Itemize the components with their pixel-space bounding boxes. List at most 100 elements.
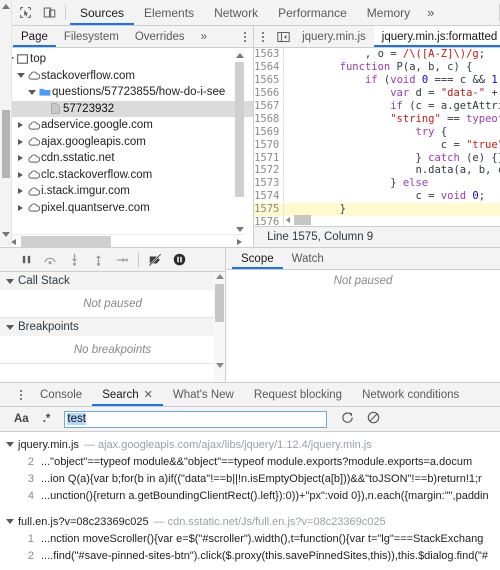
dbg-scroll-thumb[interactable] (215, 284, 224, 322)
line-number[interactable]: 1572 (254, 164, 285, 177)
editor-tab-jquery-min[interactable]: jquery.min.js (294, 26, 374, 47)
navtab-more-chevron-icon[interactable]: » (193, 26, 215, 47)
section-twisty-icon[interactable] (6, 278, 14, 284)
result-twisty-icon[interactable] (6, 519, 14, 524)
drawer-tab-search[interactable]: Search ✕ (92, 383, 163, 406)
navigator-vertical-scrollbar[interactable] (235, 52, 245, 233)
code-line-1576[interactable]: 1576 (254, 216, 500, 226)
more-tabs-chevron-icon[interactable]: » (420, 0, 441, 25)
result-match-1-0[interactable]: 1 ...nction moveScroller(){var e=$("#scro… (0, 530, 500, 547)
clear-icon[interactable] (367, 411, 380, 427)
result-match-1-1[interactable]: 2 ....find("#save-pinned-sites-btn").clic… (0, 547, 500, 564)
line-number[interactable]: 1569 (254, 125, 285, 138)
line-number[interactable]: 1565 (254, 74, 285, 87)
refresh-icon[interactable] (341, 411, 354, 427)
search-input[interactable]: test (64, 410, 328, 428)
match-case-toggle[interactable]: Aa (14, 413, 29, 425)
scroll-thumb[interactable] (2, 110, 10, 178)
drawer-tab-network-conditions[interactable]: Network conditions (352, 383, 469, 406)
tab-scope[interactable]: Scope (232, 248, 283, 269)
search-results-list[interactable]: jquery.min.js — ajax.googleapis.com/ajax/… (0, 432, 500, 570)
line-number[interactable]: 1575 (254, 203, 285, 216)
pause-script-icon[interactable] (14, 249, 38, 271)
line-number[interactable]: 1573 (254, 177, 285, 190)
result-file-header-0[interactable]: jquery.min.js — ajax.googleapis.com/ajax/… (0, 436, 500, 453)
tab-watch[interactable]: Watch (283, 248, 333, 269)
line-number[interactable]: 1570 (254, 138, 285, 151)
inspect-cursor-icon[interactable] (13, 0, 37, 25)
code-line-1565[interactable]: 1565 if (void 0 === c && 1 == (254, 74, 500, 87)
navtab-overrides[interactable]: Overrides (127, 26, 193, 47)
code-line-1575[interactable]: 1575 } (254, 202, 500, 216)
debugger-scrollbar[interactable] (214, 272, 225, 382)
result-twisty-icon[interactable] (6, 442, 14, 447)
tree-twisty-7[interactable] (15, 171, 26, 178)
nav-scroll-right-icon[interactable] (237, 239, 243, 245)
result-match-0-0[interactable]: 2 ..."object"==typeof module&&"object"==t… (0, 453, 500, 470)
regex-toggle[interactable]: .* (43, 413, 51, 425)
tree-node-7[interactable]: clc.stackoverflow.com (0, 167, 253, 184)
tree-twisty-1[interactable] (15, 73, 26, 79)
code-line-1563[interactable]: 1563 , o = /\([A-Z]\)/g; (254, 48, 500, 61)
tab-sources[interactable]: Sources (70, 0, 134, 25)
close-icon[interactable]: ✕ (144, 388, 153, 401)
navtab-filesystem[interactable]: Filesystem (56, 26, 127, 47)
code-scroll-left-icon[interactable] (286, 217, 291, 223)
tab-network[interactable]: Network (204, 0, 268, 25)
section-header-0[interactable]: Call Stack (0, 272, 225, 290)
tree-node-9[interactable]: pixel.quantserve.com (0, 200, 253, 217)
code-line-1568[interactable]: 1568 "string" == typeof c (254, 112, 500, 125)
navigator-horizontal-scrollbar[interactable] (9, 234, 245, 247)
step-icon[interactable] (110, 249, 134, 271)
scroll-down-arrow-icon[interactable] (2, 232, 10, 237)
left-scroll-rail[interactable] (0, 0, 12, 246)
device-toolbar-icon[interactable] (37, 0, 61, 25)
code-line-1574[interactable]: 1574 c = void 0; (254, 190, 500, 203)
show-navigator-icon[interactable] (272, 26, 294, 47)
nav-hscroll-thumb[interactable] (21, 236, 111, 247)
dbg-scroll-up-icon[interactable] (215, 274, 224, 279)
code-view[interactable]: 1563 , o = /\([A-Z]\)/g; 1564 function P(… (254, 48, 500, 226)
dbg-scroll-down-icon[interactable] (215, 363, 224, 368)
nav-scroll-down-icon[interactable] (235, 227, 244, 232)
tree-node-0[interactable]: top (0, 51, 253, 68)
drawer-tab-console[interactable]: Console (30, 383, 92, 406)
drawer-tab-request-blocking[interactable]: Request blocking (244, 383, 352, 406)
nav-scroll-thumb[interactable] (235, 62, 245, 197)
pause-on-exceptions-icon[interactable] (167, 249, 191, 271)
tree-node-4[interactable]: adservice.google.com (0, 117, 253, 134)
line-number[interactable]: 1571 (254, 151, 285, 164)
scroll-up-arrow-icon[interactable] (2, 4, 10, 9)
navtab-page[interactable]: Page (13, 26, 56, 47)
code-line-1572[interactable]: 1572 n.data(a, b, c) (254, 164, 500, 177)
step-over-icon[interactable] (38, 249, 62, 271)
line-number[interactable]: 1574 (254, 190, 285, 203)
tree-twisty-9[interactable] (15, 204, 26, 211)
step-out-icon[interactable] (86, 249, 110, 271)
tree-twisty-5[interactable] (15, 138, 26, 145)
line-number[interactable]: 1568 (254, 112, 285, 125)
code-hscroll-thumb[interactable] (294, 215, 312, 225)
tree-node-8[interactable]: i.stack.imgur.com (0, 183, 253, 200)
editor-tab-jquery-min-formatted[interactable]: jquery.min.js:formatted (373, 26, 500, 47)
tree-twisty-8[interactable] (15, 188, 26, 195)
code-line-1566[interactable]: 1566 var d = "data-" + b. (254, 87, 500, 100)
code-line-1567[interactable]: 1567 if (c = a.getAttribu (254, 100, 500, 113)
editor-more-options-icon[interactable] (254, 26, 272, 47)
result-file-header-1[interactable]: full.en.js?v=08c23369c025 — cdn.sstatic.n… (0, 513, 500, 530)
line-number[interactable]: 1567 (254, 100, 285, 112)
tab-performance[interactable]: Performance (268, 0, 357, 25)
drawer-tab-whats-new[interactable]: What's New (163, 383, 244, 406)
code-line-1573[interactable]: 1573 } else (254, 177, 500, 190)
tree-node-2[interactable]: questions/57723855/how-do-i-see (0, 84, 253, 101)
line-number[interactable]: 1576 (254, 216, 285, 226)
result-match-0-1[interactable]: 3 ...ion Q(a){var b;for(b in a)if(("data"… (0, 470, 500, 487)
step-into-icon[interactable] (62, 249, 86, 271)
tree-twisty-6[interactable] (15, 155, 26, 162)
code-line-1571[interactable]: 1571 } catch (e) {} (254, 151, 500, 164)
line-number[interactable]: 1566 (254, 87, 285, 100)
deactivate-breakpoints-icon[interactable] (143, 249, 167, 271)
file-tree[interactable]: top stackoverflow.com questions/57723855/h… (0, 48, 254, 247)
drawer-more-options-icon[interactable] (12, 383, 30, 406)
line-number[interactable]: 1564 (254, 61, 285, 74)
